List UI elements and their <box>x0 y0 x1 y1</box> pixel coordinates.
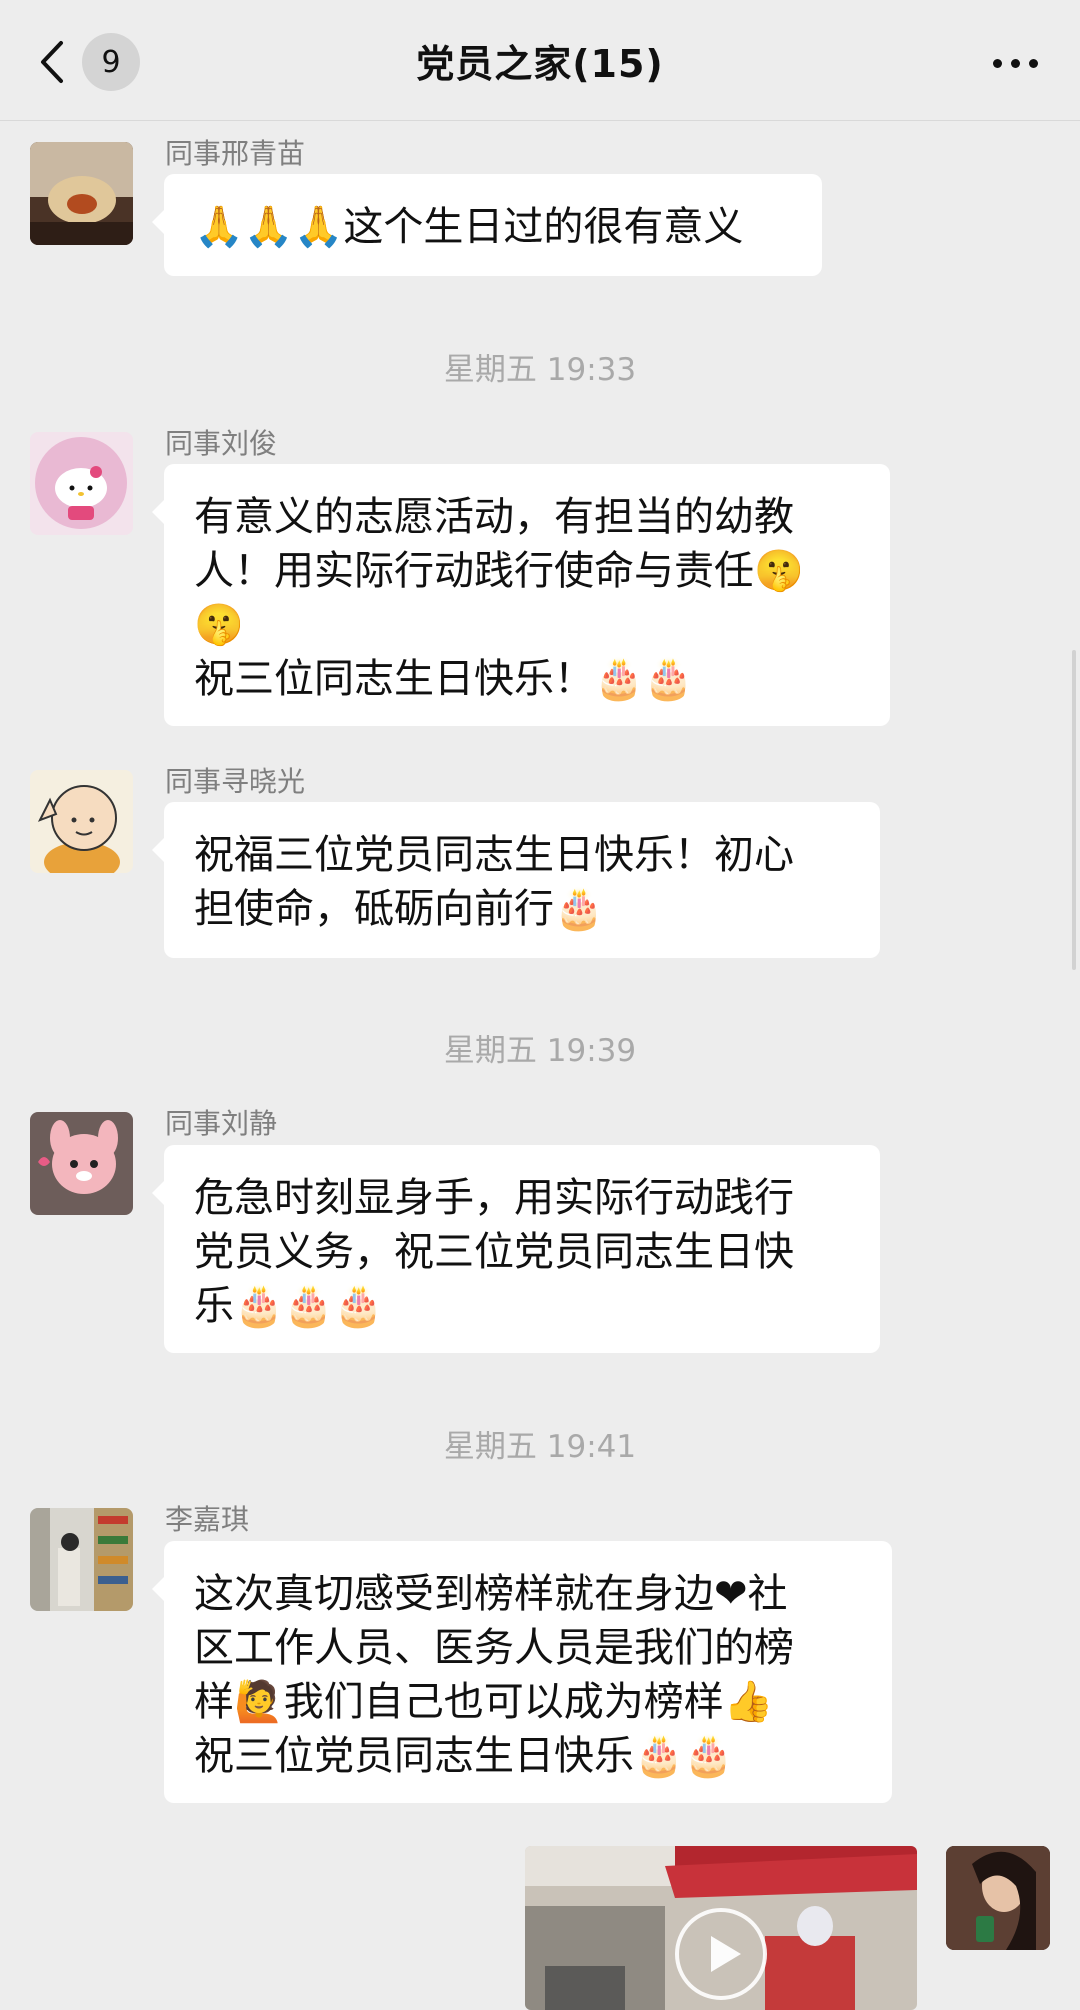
timestamp: 星期五 19:41 <box>443 1429 637 1465</box>
back-button[interactable]: 9 <box>32 30 152 94</box>
sender-name: 同事刘静 <box>165 1107 278 1140</box>
sender-name: 同事寻晓光 <box>165 765 306 798</box>
avatar[interactable] <box>30 1508 133 1611</box>
chat-title: 党员之家(15) <box>416 42 664 86</box>
video-message[interactable] <box>525 1846 917 2010</box>
avatar[interactable] <box>30 142 133 245</box>
avatar[interactable] <box>30 1112 133 1215</box>
chevron-left-icon <box>32 30 72 94</box>
message-bubble[interactable]: 这次真切感受到榜样就在身边❤社 区工作人员、医务人员是我们的榜 样🙋我们自己也可… <box>152 1541 892 1803</box>
avatar[interactable] <box>946 1846 1050 1950</box>
timestamp: 星期五 19:39 <box>443 1033 637 1069</box>
more-dots-icon[interactable] <box>980 38 1050 88</box>
sender-name: 同事邢青苗 <box>165 137 306 170</box>
message-bubble[interactable]: 🙏🙏🙏这个生日过的很有意义 <box>152 174 822 276</box>
chat-header: 9 党员之家(15) <box>0 0 1080 121</box>
avatar[interactable] <box>30 770 133 873</box>
message-bubble[interactable]: 祝福三位党员同志生日快乐！初心 担使命，砥砺向前行🎂 <box>152 802 880 958</box>
message-bubble[interactable]: 危急时刻显身手，用实际行动践行 党员义务，祝三位党员同志生日快 乐🎂🎂🎂 <box>152 1145 880 1353</box>
sender-name: 同事刘俊 <box>165 427 278 460</box>
avatar[interactable] <box>30 432 133 535</box>
dot <box>992 58 1002 68</box>
message-bubble[interactable]: 有意义的志愿活动，有担当的幼教 人！用实际行动践行使命与责任🤫 🤫 祝三位同志生… <box>152 464 890 726</box>
timestamp: 星期五 19:33 <box>443 352 637 388</box>
dot <box>1010 58 1020 68</box>
scrollbar[interactable] <box>1072 650 1076 970</box>
unread-count-badge: 9 <box>82 33 140 91</box>
play-icon <box>701 1932 745 1980</box>
dot <box>1028 58 1038 68</box>
sender-name: 李嘉琪 <box>165 1503 250 1536</box>
